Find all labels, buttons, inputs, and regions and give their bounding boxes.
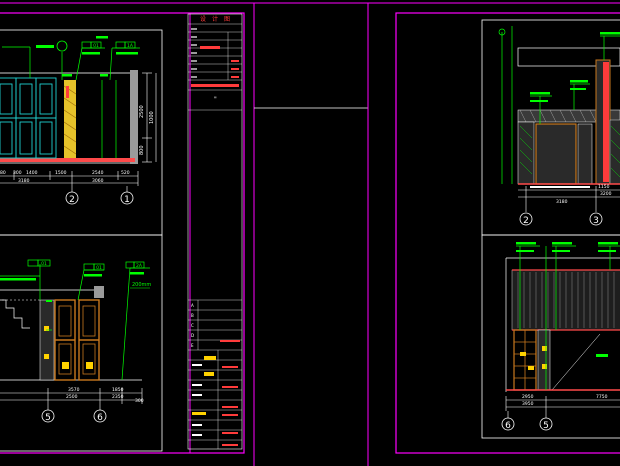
red-panel [603, 62, 609, 182]
door-opening [535, 123, 577, 185]
dim-2350: 2350 [112, 394, 124, 400]
dim-3200: 3200 [600, 191, 612, 197]
title-block: 设 计 图 " A B C D E [187, 13, 243, 450]
grid-label-6-right: 6 [505, 421, 511, 431]
elevation-top-right: 1150 3200 3180 2 3 [498, 26, 620, 226]
middle-blank-sheet [253, 2, 369, 466]
signature-mark-1 [204, 356, 216, 360]
grid-label-5-right: 5 [543, 421, 549, 431]
rev-letter-d: D [191, 333, 194, 338]
title-header-char-2: 计 [212, 15, 218, 23]
cad-drawing-viewport: 01 1A 2500 1000 800 80 300 1400 1500 254… [0, 0, 620, 466]
ceiling-beam [94, 286, 104, 298]
left-sheet-border [0, 12, 245, 454]
dim-7750: 7750 [596, 394, 608, 400]
rev-letter-c: C [191, 323, 194, 328]
side-panel [577, 123, 593, 185]
grid-label-2: 2 [69, 195, 75, 205]
material-tag-cluster: 01 1A [56, 40, 136, 52]
rev-letter-a: A [191, 303, 194, 308]
detail-callout-icon [56, 40, 68, 52]
grid-label-6: 6 [97, 413, 103, 423]
floor-band [0, 158, 135, 162]
dim-520: 520 [121, 170, 130, 176]
dim-total-3180: 3180 [18, 178, 30, 184]
material-tag-2a: 2A [136, 263, 143, 269]
elevation-top-left: 01 1A 2500 1000 800 80 300 1400 1500 254… [0, 36, 157, 205]
elevation-bottom-left: 01 01 2A 200mm 3570 1850 2500 2350 300 5… [0, 259, 151, 423]
grid-label-3: 3 [593, 216, 599, 226]
grid-label-2-right: 2 [523, 216, 529, 226]
dim-80: 80 [0, 170, 6, 176]
material-tag-01-a: 01 [41, 261, 47, 267]
title-header-char-3: 图 [224, 16, 230, 23]
elevation-bottom-right: 2950 3950 7750 6 5 [501, 242, 620, 431]
grid-label-1: 1 [124, 195, 130, 205]
left-pier [517, 121, 535, 185]
dim-3950: 3950 [522, 401, 534, 407]
column-right [537, 329, 551, 391]
material-tag-01: 01 [93, 43, 99, 49]
side-cabinet [39, 299, 55, 381]
rev-letter-b: B [191, 313, 194, 318]
rev-letter-e: E [191, 343, 194, 348]
viewport-frame-right-bottom [481, 234, 620, 439]
right-sheet: 1150 3200 3180 2 3 2950 3950 7750 6 5 [367, 2, 620, 466]
dim-total-3060: 3060 [92, 178, 104, 184]
dim-2500: 2500 [66, 394, 78, 400]
middle-sheet-border [253, 2, 369, 466]
material-tag-1a: 1A [127, 43, 134, 49]
door-plate-left [62, 362, 69, 369]
dim-3180-r: 3180 [556, 199, 568, 205]
material-tag-01-b: 01 [96, 265, 102, 271]
height-dim-1000: 1000 [149, 111, 155, 124]
dim-1500: 1500 [55, 170, 67, 176]
left-sheet-outer-border [0, 2, 255, 466]
left-sheet: 01 1A 2500 1000 800 80 300 1400 1500 254… [0, 2, 255, 466]
callout-200mm: 200mm [132, 282, 151, 288]
annotation-text-marks-bottom [0, 272, 144, 302]
cabinet-doors [0, 77, 57, 159]
annotation-text-marks-right-bottom [516, 242, 618, 252]
dim-300: 300 [13, 170, 22, 176]
shelf-item-1 [520, 352, 526, 356]
dim-1850: 1850 [112, 387, 124, 393]
decor-pattern-panel [64, 80, 76, 158]
stair-profile [0, 299, 30, 329]
signature-mark-2 [204, 372, 214, 376]
signature-mark-3 [192, 412, 206, 415]
right-sheet-outer-border [367, 2, 620, 466]
door-plate-right [86, 362, 93, 369]
dims-right-top-marks [530, 186, 590, 188]
perspective-line [551, 333, 601, 391]
wall-section [130, 70, 138, 164]
title-header-char-1: 设 [200, 15, 206, 23]
title-block-stamp: " [214, 96, 217, 103]
height-dim-800: 800 [139, 145, 145, 155]
grid-label-5: 5 [45, 413, 51, 423]
shelf-item-2 [528, 366, 534, 370]
decor-red-mark [66, 86, 69, 98]
height-dim-2500: 2500 [139, 105, 145, 118]
room-label-mark [596, 354, 608, 357]
right-sheet-border [395, 12, 620, 454]
dim-3570: 3570 [68, 387, 80, 393]
shelf-lines [514, 330, 536, 390]
dim-1150: 1150 [598, 184, 610, 190]
dim-2950: 2950 [522, 394, 534, 400]
title-block-grey-text [191, 28, 197, 78]
dim-300-b: 300 [135, 398, 144, 404]
cad-drawing-canvas: 01 1A 2500 1000 800 80 300 1400 1500 254… [0, 2, 620, 466]
dim-2540: 2540 [92, 170, 104, 176]
dim-1400: 1400 [26, 170, 38, 176]
